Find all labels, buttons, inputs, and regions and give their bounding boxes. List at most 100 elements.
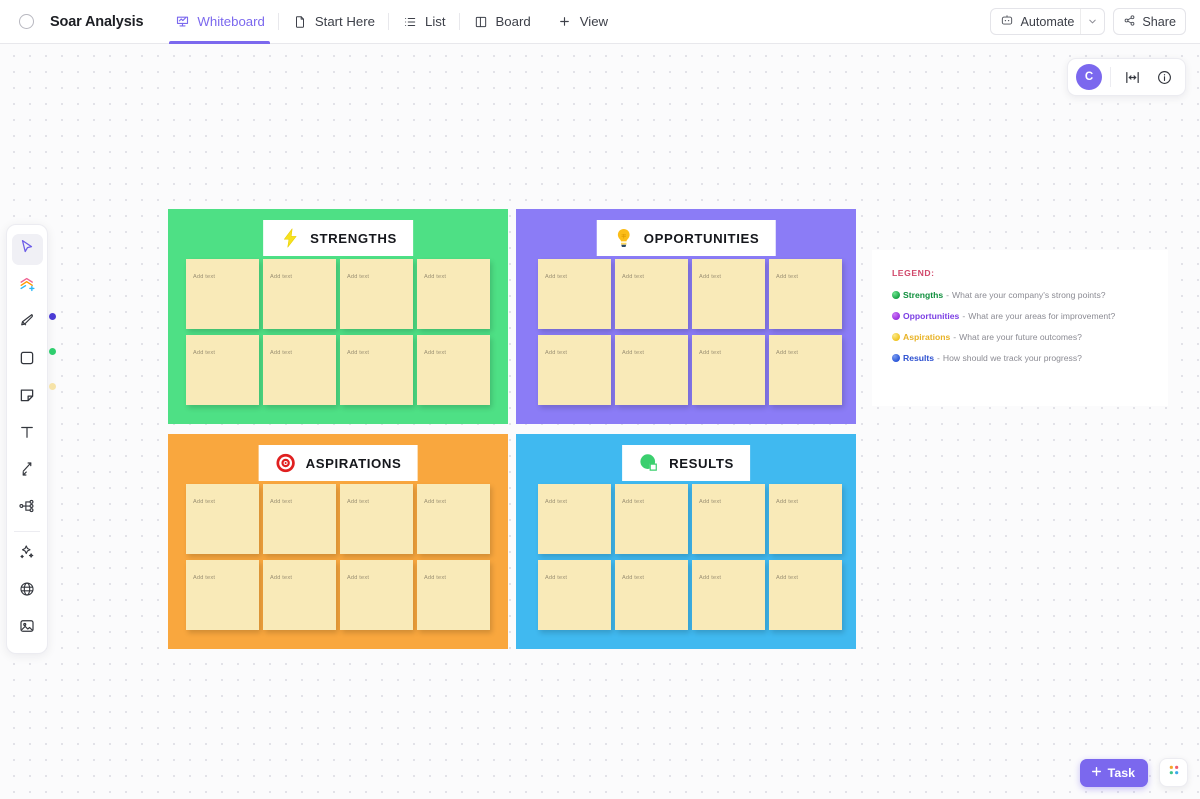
- legend-separator: -: [953, 332, 956, 342]
- note-placeholder: Add text: [545, 274, 567, 280]
- legend-item-strengths: Strengths - What are your company's stro…: [892, 290, 1168, 300]
- sticky-note[interactable]: Add text: [263, 335, 336, 405]
- sticky-note[interactable]: Add text: [615, 335, 688, 405]
- doc-icon: [292, 14, 308, 30]
- image-tool[interactable]: [12, 613, 43, 644]
- shapes-add-tool[interactable]: [12, 271, 43, 302]
- legend-panel[interactable]: LEGEND: Strengths - What are your compan…: [872, 250, 1168, 406]
- tab-add-view[interactable]: View: [544, 0, 621, 44]
- sticky-note[interactable]: Add text: [538, 335, 611, 405]
- info-icon[interactable]: [1151, 64, 1177, 90]
- top-bar-actions: Automate Share: [990, 8, 1200, 35]
- note-placeholder: Add text: [545, 575, 567, 581]
- cursor-icon: [18, 238, 36, 261]
- tab-whiteboard[interactable]: Whiteboard: [161, 0, 277, 44]
- note-placeholder: Add text: [622, 350, 644, 356]
- sticky-note[interactable]: Add text: [615, 259, 688, 329]
- sticky-note[interactable]: Add text: [769, 484, 842, 554]
- tab-board[interactable]: Board: [460, 0, 544, 44]
- sticky-note[interactable]: Add text: [263, 560, 336, 630]
- marker-icon: [18, 312, 36, 335]
- tab-list[interactable]: List: [389, 0, 459, 44]
- sticky-note[interactable]: Add text: [692, 335, 765, 405]
- note-placeholder: Add text: [270, 350, 292, 356]
- legend-term: Results: [903, 353, 934, 363]
- notes-grid-results: Add text Add text Add text Add text Add …: [516, 480, 856, 630]
- legend-bullet-green: [892, 291, 900, 299]
- sticky-note[interactable]: Add text: [340, 335, 413, 405]
- note-row: Add text Add text Add text Add text: [538, 259, 856, 329]
- mindmap-tool[interactable]: [12, 493, 43, 524]
- shapes-plus-icon: [18, 275, 37, 299]
- sticky-note[interactable]: Add text: [538, 259, 611, 329]
- connector-tool[interactable]: [12, 456, 43, 487]
- sticky-note[interactable]: Add text: [186, 560, 259, 630]
- sticky-note[interactable]: Add text: [417, 484, 490, 554]
- legend-heading: LEGEND:: [892, 268, 1168, 278]
- sticky-note[interactable]: Add text: [615, 484, 688, 554]
- sticky-note[interactable]: Add text: [340, 484, 413, 554]
- image-icon: [18, 617, 36, 640]
- note-placeholder: Add text: [424, 575, 446, 581]
- rectangle-tool[interactable]: [12, 345, 43, 376]
- sticky-note[interactable]: Add text: [263, 259, 336, 329]
- fit-to-width-icon[interactable]: [1119, 64, 1145, 90]
- robot-icon: [1000, 13, 1014, 30]
- share-button[interactable]: Share: [1113, 8, 1186, 35]
- note-row: Add text Add text Add text Add text: [186, 335, 508, 405]
- sticky-note[interactable]: Add text: [340, 560, 413, 630]
- select-tool[interactable]: [12, 234, 43, 265]
- embed-tool[interactable]: [12, 576, 43, 607]
- text-tool[interactable]: [12, 419, 43, 450]
- share-icon: [1123, 14, 1136, 30]
- legend-description: How should we track your progress?: [943, 353, 1082, 363]
- sticky-note[interactable]: Add text: [417, 259, 490, 329]
- sticky-note[interactable]: Add text: [692, 484, 765, 554]
- sticky-note-tool[interactable]: [12, 382, 43, 413]
- magic-wand-icon: [18, 543, 36, 566]
- sticky-note[interactable]: Add text: [186, 259, 259, 329]
- sticky-note[interactable]: Add text: [186, 484, 259, 554]
- sticky-note[interactable]: Add text: [186, 335, 259, 405]
- quadrant-results[interactable]: RESULTS Add text Add text Add text Add t…: [516, 434, 856, 649]
- legend-item-results: Results - How should we track your progr…: [892, 353, 1168, 363]
- circle-icon[interactable]: [19, 14, 34, 29]
- avatar[interactable]: C: [1076, 64, 1102, 90]
- note-placeholder: Add text: [347, 274, 369, 280]
- chevron-down-icon[interactable]: [1080, 9, 1104, 34]
- whiteboard-canvas[interactable]: C STRENGTHS Add text: [0, 44, 1200, 799]
- sticky-note[interactable]: Add text: [769, 560, 842, 630]
- sticky-note[interactable]: Add text: [417, 335, 490, 405]
- apps-button[interactable]: [1159, 758, 1188, 787]
- note-placeholder: Add text: [699, 499, 721, 505]
- automate-button[interactable]: Automate: [990, 8, 1105, 35]
- legend-description: What are your future outcomes?: [959, 332, 1082, 342]
- whiteboard-toolbar: [6, 224, 48, 654]
- lightning-bolt-icon: [279, 227, 301, 249]
- sticky-note[interactable]: Add text: [538, 560, 611, 630]
- sticky-note[interactable]: Add text: [769, 335, 842, 405]
- sticky-note[interactable]: Add text: [417, 560, 490, 630]
- tab-start-here[interactable]: Start Here: [279, 0, 388, 44]
- note-placeholder: Add text: [622, 274, 644, 280]
- sticky-note[interactable]: Add text: [692, 259, 765, 329]
- sticky-note[interactable]: Add text: [340, 259, 413, 329]
- add-task-button[interactable]: Task: [1080, 759, 1148, 787]
- view-tabs: Whiteboard Start Here List: [161, 0, 621, 44]
- ai-tool[interactable]: [12, 539, 43, 570]
- legend-term: Aspirations: [903, 332, 950, 342]
- whiteboard-icon: [174, 14, 190, 30]
- quadrant-opportunities[interactable]: OPPORTUNITIES Add text Add text Add text…: [516, 209, 856, 424]
- sticky-note[interactable]: Add text: [769, 259, 842, 329]
- pen-tool[interactable]: [12, 308, 43, 339]
- sticky-note[interactable]: Add text: [615, 560, 688, 630]
- sticky-note[interactable]: Add text: [263, 484, 336, 554]
- sticky-note[interactable]: Add text: [692, 560, 765, 630]
- note-placeholder: Add text: [776, 274, 798, 280]
- quadrant-aspirations[interactable]: ASPIRATIONS Add text Add text Add text A…: [168, 434, 508, 649]
- quadrant-strengths[interactable]: STRENGTHS Add text Add text Add text Add…: [168, 209, 508, 424]
- notes-grid-opportunities: Add text Add text Add text Add text Add …: [516, 255, 856, 405]
- note-placeholder: Add text: [347, 350, 369, 356]
- sticky-note[interactable]: Add text: [538, 484, 611, 554]
- note-placeholder: Add text: [545, 350, 567, 356]
